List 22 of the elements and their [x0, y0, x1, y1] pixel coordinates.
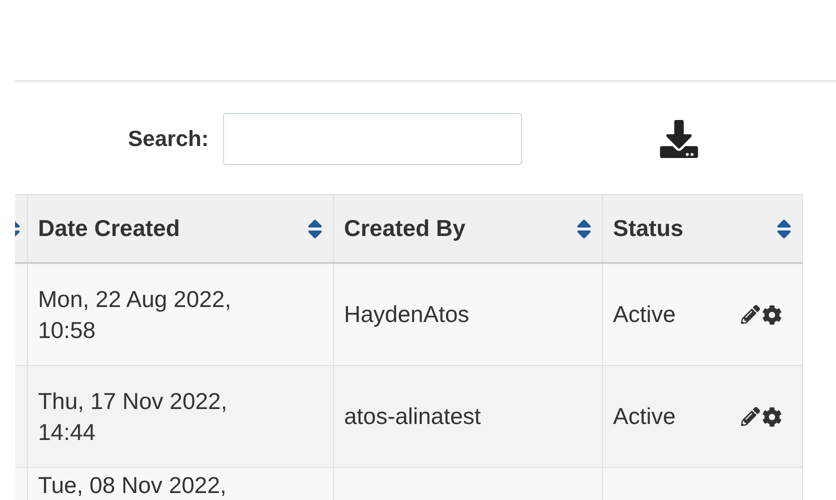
table-cell-text: atos-alinatest — [344, 402, 481, 432]
settings-icon[interactable] — [762, 304, 782, 324]
pencil-icon[interactable] — [741, 407, 760, 426]
table-cell-text: Active — [613, 300, 676, 330]
sort-icon[interactable] — [776, 216, 792, 240]
table-cell-text: Thu, 17 Nov 2022, — [38, 386, 228, 416]
search-field[interactable] — [222, 112, 522, 164]
column-header[interactable]: Created By — [334, 195, 603, 262]
download-icon[interactable] — [658, 120, 700, 158]
column-header[interactable]: Status — [603, 195, 803, 262]
table-cell-text: Active — [613, 402, 676, 432]
pencil-icon[interactable] — [741, 305, 760, 324]
settings-icon[interactable] — [762, 406, 782, 426]
table-cell-text: Tue, 08 Nov 2022, — [38, 471, 228, 500]
table-cell-text: 14:44 — [38, 418, 97, 446]
column-header[interactable]: Date Created — [28, 195, 334, 262]
table-cell-text: HaydenAtos — [344, 300, 470, 330]
table-cell-text: 10:58 — [38, 316, 97, 344]
search-label: Search: — [128, 125, 209, 153]
sort-icon[interactable] — [307, 216, 323, 240]
table-cell-text: Mon, 22 Aug 2022, — [38, 284, 232, 314]
sort-icon[interactable] — [576, 216, 592, 240]
